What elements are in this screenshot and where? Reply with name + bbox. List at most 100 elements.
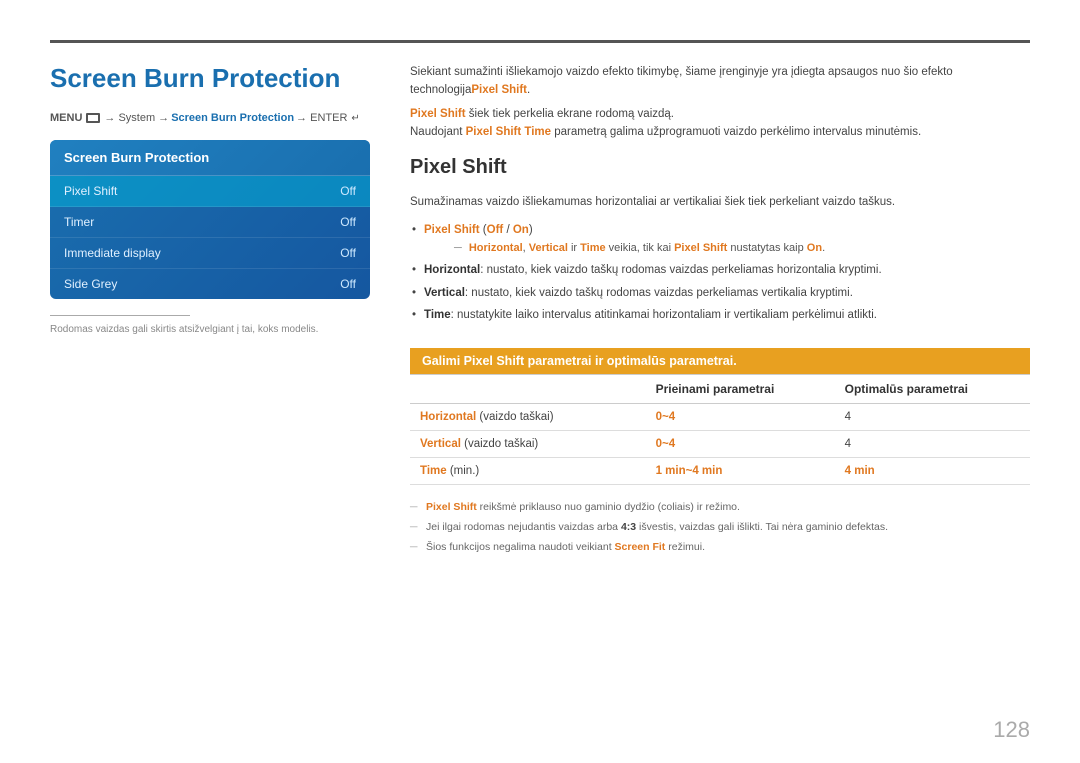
- page-number: 128: [993, 717, 1030, 743]
- sub-on2: On: [807, 242, 822, 254]
- page-title: Screen Burn Protection: [50, 63, 370, 94]
- bullet-ps-paren: (: [480, 224, 487, 236]
- intro-line1-end: .: [527, 84, 530, 96]
- bullet-ps-slash: /: [503, 224, 513, 236]
- pixel-shift-note-text: šiek tiek perkelia ekrane rodomą vaizdą.: [466, 108, 674, 120]
- enter-icon: ↵: [351, 113, 359, 124]
- bullet-time: Time: nustatykite laiko intervalus atiti…: [410, 306, 1030, 324]
- bullet-ps-on: On: [513, 224, 529, 236]
- menu-path-arrow1: → System →: [104, 112, 169, 124]
- bullet-vertical: Vertical: nustato, kiek vaizdo taškų rod…: [410, 284, 1030, 302]
- pixel-shift-value: Off: [340, 184, 356, 198]
- table-t-bold: Time: [420, 465, 447, 477]
- sub-period: .: [822, 242, 825, 254]
- bullet-horizontal: Horizontal: nustato, kiek vaizdo taškų r…: [410, 261, 1030, 279]
- table-header-optimalus: Optimalūs parametrai: [835, 375, 1030, 404]
- time-note-prefix: Naudojant: [410, 126, 466, 138]
- footnote-text: Rodomas vaizdas gali skirtis atsižvelgia…: [50, 324, 370, 335]
- table-row-time: Time (min.) 1 min~4 min 4 min: [410, 458, 1030, 485]
- note2-after: išvestis, vaizdas gali išlikti. Tai nėra…: [636, 521, 888, 533]
- immediate-display-value: Off: [340, 246, 356, 260]
- bullet-t-text: : nustatykite laiko intervalus atitinkam…: [451, 309, 877, 321]
- table-v-normal: (vaizdo taškai): [461, 438, 538, 450]
- bottom-note-3: Šios funkcijos negalima naudoti veikiant…: [410, 539, 1030, 556]
- sub-set-as: nustatytas kaip: [727, 242, 807, 254]
- menu-item-pixel-shift[interactable]: Pixel Shift Off: [50, 176, 370, 207]
- time-note-text: parametrą galima užprogramuoti vaizdo pe…: [551, 126, 921, 138]
- menu-item-timer[interactable]: Timer Off: [50, 207, 370, 238]
- sub-time: Time: [580, 242, 605, 254]
- sub-horizontal: Horizontal: [469, 242, 523, 254]
- table-row-vertical: Vertical (vaizdo taškai) 0~4 4: [410, 431, 1030, 458]
- h-range-value: 0~4: [656, 411, 676, 423]
- bullet-ps-off: Off: [487, 224, 504, 236]
- bullet-pixel-shift-onoff: Pixel Shift (Off / On) Horizontal, Verti…: [410, 221, 1030, 257]
- table-t-normal: (min.): [447, 465, 480, 477]
- table-cell-t-label: Time (min.): [410, 458, 646, 485]
- table-cell-v-label: Vertical (vaizdo taškai): [410, 431, 646, 458]
- intro-line1: Siekiant sumažinti išliekamojo vaizdo ef…: [410, 63, 1030, 100]
- menu-path-sbp: Screen Burn Protection: [171, 112, 294, 124]
- param-table: Prieinami parametrai Optimalūs parametra…: [410, 374, 1030, 485]
- bullet-list-main: Pixel Shift (Off / On) Horizontal, Verti…: [410, 221, 1030, 324]
- table-cell-h-label: Horizontal (vaizdo taškai): [410, 404, 646, 431]
- pixel-shift-label: Pixel Shift: [64, 184, 117, 198]
- menu-box: Screen Burn Protection Pixel Shift Off T…: [50, 140, 370, 299]
- table-cell-h-optimal: 4: [835, 404, 1030, 431]
- table-cell-v-range: 0~4: [646, 431, 835, 458]
- table-header-row: Prieinami parametrai Optimalūs parametra…: [410, 375, 1030, 404]
- content-area: Screen Burn Protection MENU → System → S…: [50, 63, 1030, 733]
- sub-item-hvt: Horizontal, Vertical ir Time veikia, tik…: [424, 240, 1030, 258]
- timer-value: Off: [340, 215, 356, 229]
- immediate-display-label: Immediate display: [64, 246, 161, 260]
- section-title: Pixel Shift: [410, 156, 1030, 179]
- bullet-h-label: Horizontal: [424, 264, 480, 276]
- note3-highlight: Screen Fit: [615, 541, 666, 553]
- bottom-note-2: Jei ilgai rodomas nejudantis vaizdas arb…: [410, 519, 1030, 536]
- bullet-v-label: Vertical: [424, 287, 465, 299]
- menu-box-header: Screen Burn Protection: [50, 140, 370, 176]
- note2-highlight: 4:3: [621, 521, 636, 533]
- note1-text: reikšmė priklauso nuo gaminio dydžio (co…: [477, 501, 740, 513]
- table-cell-t-optimal: 4 min: [835, 458, 1030, 485]
- menu-item-immediate-display[interactable]: Immediate display Off: [50, 238, 370, 269]
- side-grey-value: Off: [340, 277, 356, 291]
- timer-label: Timer: [64, 215, 94, 229]
- table-cell-v-optimal: 4: [835, 431, 1030, 458]
- side-grey-label: Side Grey: [64, 277, 117, 291]
- menu-path-menu: MENU: [50, 112, 82, 124]
- page-container: Screen Burn Protection MENU → System → S…: [0, 0, 1080, 763]
- t-range-value: 1 min~4 min: [656, 465, 723, 477]
- desc-text: Sumažinamas vaizdo išliekamumas horizont…: [410, 193, 1030, 211]
- top-line: [50, 40, 1030, 43]
- left-panel: Screen Burn Protection MENU → System → S…: [50, 63, 370, 733]
- bullet-v-text: : nustato, kiek vaizdo taškų rodomas vai…: [465, 287, 853, 299]
- pixel-shift-note-bold: Pixel Shift: [410, 108, 466, 120]
- bullet-t-label: Time: [424, 309, 451, 321]
- table-cell-t-range: 1 min~4 min: [646, 458, 835, 485]
- table-v-bold: Vertical: [420, 438, 461, 450]
- sub-ir: ir: [568, 242, 580, 254]
- bullet-ps-close: ): [529, 224, 533, 236]
- t-optimal-value: 4 min: [845, 465, 875, 477]
- menu-path: MENU → System → Screen Burn Protection →…: [50, 112, 370, 124]
- table-title: Galimi Pixel Shift parametrai ir optimal…: [410, 348, 1030, 374]
- note1-highlight: Pixel Shift: [426, 501, 477, 513]
- pixel-shift-note: Pixel Shift šiek tiek perkelia ekrane ro…: [410, 108, 1030, 120]
- intro-pixel-shift-highlight: Pixel Shift: [471, 84, 527, 96]
- time-note: Naudojant Pixel Shift Time parametrą gal…: [410, 126, 1030, 138]
- note3-after: režimui.: [665, 541, 705, 553]
- table-h-normal: (vaizdo taškai): [476, 411, 553, 423]
- menu-path-arrow2: → ENTER: [296, 112, 347, 124]
- table-h-bold: Horizontal: [420, 411, 476, 423]
- sub-text: veikia, tik kai: [606, 242, 674, 254]
- time-note-highlight: Pixel Shift Time: [466, 126, 551, 138]
- v-range-value: 0~4: [656, 438, 676, 450]
- table-cell-h-range: 0~4: [646, 404, 835, 431]
- note2-before: Jei ilgai rodomas nejudantis vaizdas arb…: [426, 521, 621, 533]
- sub-ps2: Pixel Shift: [674, 242, 727, 254]
- bottom-notes: Pixel Shift reikšmė priklauso nuo gamini…: [410, 499, 1030, 555]
- table-row-horizontal: Horizontal (vaizdo taškai) 0~4 4: [410, 404, 1030, 431]
- menu-item-side-grey[interactable]: Side Grey Off: [50, 269, 370, 299]
- table-header-param: [410, 375, 646, 404]
